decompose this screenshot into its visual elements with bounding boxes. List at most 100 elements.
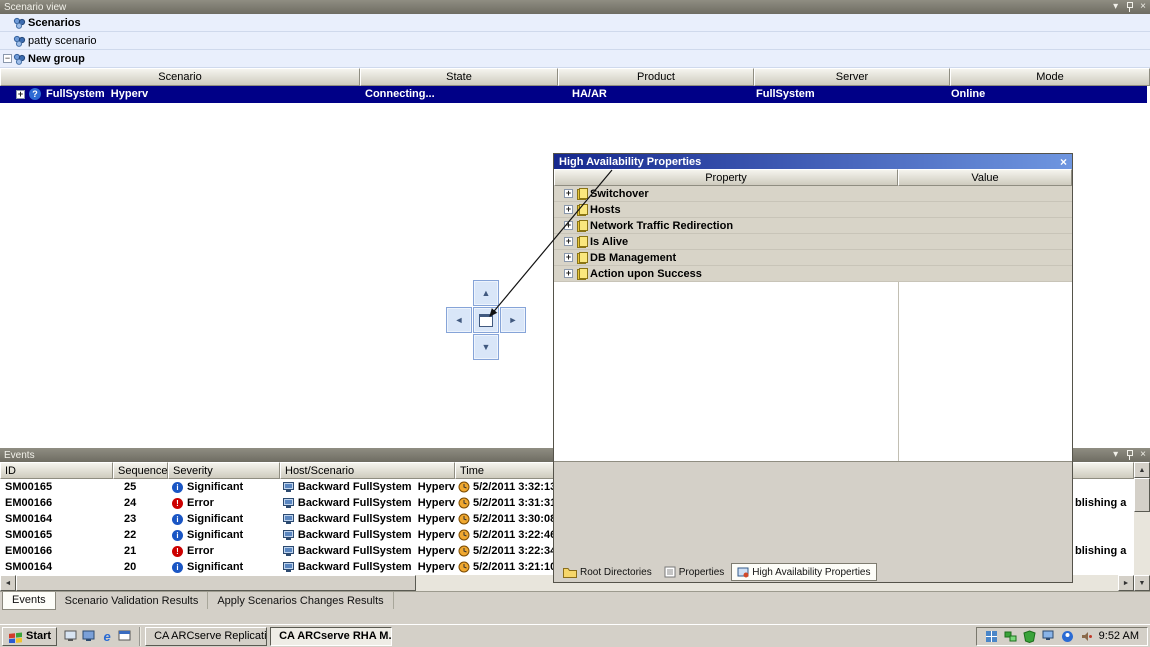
pin-icon[interactable] [1125,450,1133,460]
tab-high-availability-properties[interactable]: High Availability Properties [731,563,876,581]
column-header-id[interactable]: ID [0,462,113,479]
expand-expander-icon[interactable]: + [16,90,25,99]
arrow-left-icon: ◄ [455,315,464,325]
property-group-label: Action upon Success [590,268,702,280]
tab-properties[interactable]: Properties [659,564,730,580]
expand-expander-icon[interactable]: + [564,189,573,198]
display-tray-icon[interactable] [1042,629,1056,643]
significant-icon: i [172,530,183,541]
column-header-server[interactable]: Server [754,68,950,86]
expand-expander-icon[interactable]: + [564,221,573,230]
significant-icon: i [172,562,183,573]
show-desktop-icon[interactable] [64,629,78,643]
network-icon[interactable] [1004,629,1018,643]
property-group-db-management[interactable]: + DB Management [554,250,1072,266]
dock-down-button[interactable]: ▼ [473,334,499,360]
property-group-icon [577,236,588,248]
event-sequence: 23 [113,513,168,525]
arrow-up-icon: ▲ [482,288,491,298]
dock-left-button[interactable]: ◄ [446,307,472,333]
close-icon[interactable]: × [1060,156,1067,168]
scroll-left-icon[interactable]: ◄ [0,575,16,591]
dock-center-button[interactable] [473,307,499,333]
property-group-action-upon-success[interactable]: + Action upon Success [554,266,1072,282]
tree-item-scenarios[interactable]: Scenarios [0,14,1150,32]
display-launch-icon[interactable] [82,629,96,643]
scenario-row[interactable]: + ? FullSystem Hyperv Connecting... HA/A… [0,86,1147,103]
messenger-icon[interactable] [1061,629,1075,643]
expand-expander-icon[interactable]: + [564,237,573,246]
close-icon[interactable]: × [1140,450,1146,460]
property-group-label: Network Traffic Redirection [590,220,733,232]
property-group-network-traffic-redirection[interactable]: + Network Traffic Redirection [554,218,1072,234]
events-title: Events [4,450,35,461]
pin-icon[interactable] [1125,2,1133,12]
volume-icon[interactable] [1080,629,1094,643]
scenario-name: FullSystem Hyperv [46,88,148,100]
shield-icon[interactable] [1023,629,1037,643]
taskbar-button-arcserve-replication[interactable]: CA ARCserve Replication... [145,627,267,646]
tab-events[interactable]: Events [2,592,56,610]
taskbar-clock[interactable]: 9:52 AM [1099,630,1139,642]
tab-label: High Availability Properties [752,567,870,578]
host-icon [283,530,295,541]
property-description-panel [554,461,1072,562]
dropdown-icon[interactable]: ▾ [1113,450,1118,460]
column-header-scenario[interactable]: Scenario [0,68,360,86]
vertical-scrollbar[interactable]: ▲ ▼ [1134,462,1150,591]
event-time: 5/2/2011 3:31:31 [473,497,556,509]
event-host: Backward FullSystem Hyperv [298,561,455,573]
property-group-switchover[interactable]: + Switchover [554,186,1072,202]
scrollbar-thumb[interactable] [1134,478,1150,512]
internet-explorer-icon[interactable]: e [100,629,114,643]
tree-item-new-group[interactable]: − New group [0,50,1150,68]
event-host: Backward FullSystem Hyperv [298,513,455,525]
scroll-down-icon[interactable]: ▼ [1134,575,1150,591]
grid-tray-icon[interactable] [985,629,999,643]
property-group-label: DB Management [590,252,676,264]
scenario-mode: Online [951,88,985,100]
tree-item-patty-scenario[interactable]: patty scenario [0,32,1150,50]
event-time: 5/2/2011 3:30:08 [473,513,556,525]
expand-expander-icon[interactable]: + [564,253,573,262]
column-header-property[interactable]: Property [554,169,898,186]
dock-up-button[interactable]: ▲ [473,280,499,306]
window-launch-icon[interactable] [118,629,132,643]
tab-scenario-validation-results[interactable]: Scenario Validation Results [56,592,209,609]
close-icon[interactable]: × [1140,2,1146,12]
scenario-state: Connecting... [365,88,435,100]
column-header-product[interactable]: Product [558,68,754,86]
event-severity: Significant [187,513,243,525]
property-group-label: Is Alive [590,236,628,248]
tab-apply-scenarios-changes-results[interactable]: Apply Scenarios Changes Results [208,592,393,609]
column-header-state[interactable]: State [360,68,558,86]
tab-root-directories[interactable]: Root Directories [558,564,657,580]
taskbar-button-arcserve-rha-manager[interactable]: CA ARCserve RHA M... [270,627,392,646]
column-header-value[interactable]: Value [898,169,1072,186]
column-header-severity[interactable]: Severity [168,462,280,479]
dropdown-icon[interactable]: ▾ [1113,2,1118,12]
property-group-is-alive[interactable]: + Is Alive [554,234,1072,250]
scroll-right-icon[interactable]: ► [1118,575,1134,591]
property-group-hosts[interactable]: + Hosts [554,202,1072,218]
tree-item-label: Scenarios [28,17,81,29]
dialog-titlebar[interactable]: High Availability Properties × [554,154,1072,169]
start-button[interactable]: Start [2,627,57,646]
expand-expander-icon[interactable]: + [564,269,573,278]
column-header-mode[interactable]: Mode [950,68,1150,86]
scenario-view-titlebar[interactable]: Scenario view ▾ × [0,0,1150,14]
collapse-expander-icon[interactable]: − [3,54,12,63]
system-tray: 9:52 AM [976,627,1148,646]
scroll-up-icon[interactable]: ▲ [1134,462,1150,478]
dock-right-button[interactable]: ► [500,307,526,333]
event-id: SM00164 [0,561,113,573]
expand-expander-icon[interactable]: + [564,205,573,214]
scrollbar-thumb[interactable] [16,575,416,591]
scenarios-group-icon [13,17,26,29]
column-header-sequence[interactable]: Sequence ▽ [113,462,168,479]
host-icon [283,546,295,557]
column-header-host-scenario[interactable]: Host/Scenario [280,462,455,479]
event-time: 5/2/2011 3:22:46 [473,529,556,541]
host-icon [283,514,295,525]
group-icon [13,53,26,65]
